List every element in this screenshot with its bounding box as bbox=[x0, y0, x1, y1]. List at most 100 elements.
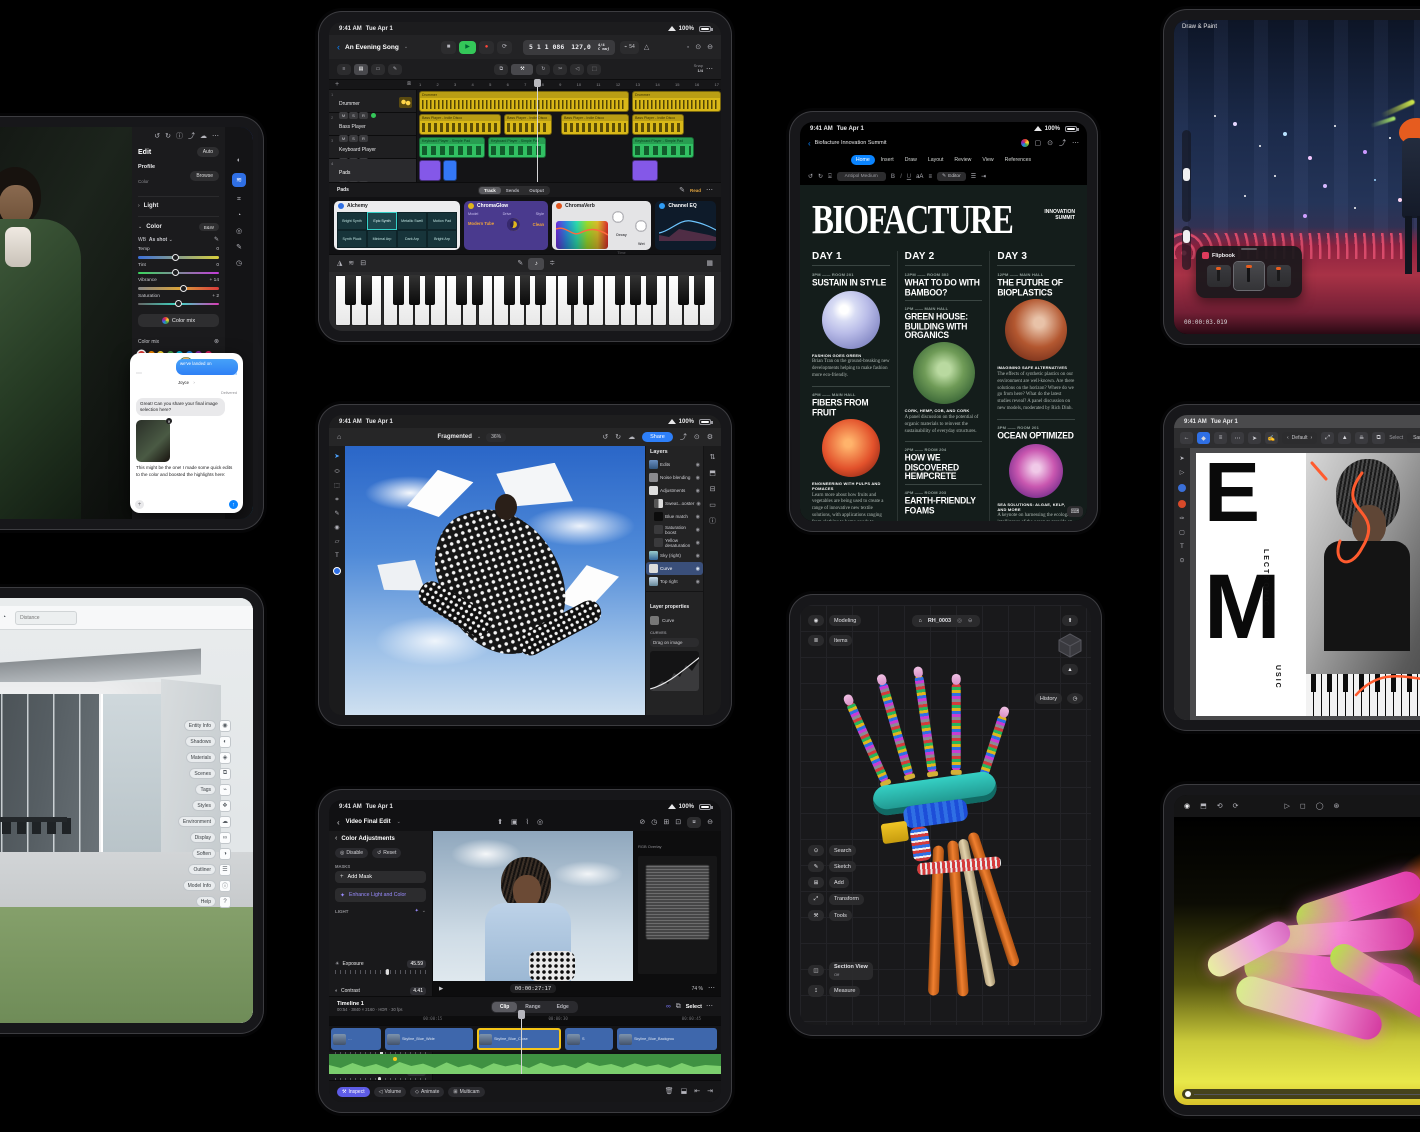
disable-button[interactable]: ◎Disable bbox=[335, 848, 368, 858]
curves-editor[interactable] bbox=[650, 651, 699, 691]
drive-knob[interactable] bbox=[507, 218, 520, 231]
tool-add[interactable]: Add bbox=[829, 877, 849, 888]
history-clock-icon[interactable]: ◷ bbox=[1067, 693, 1083, 704]
preset[interactable]: Bright Arp bbox=[427, 230, 457, 248]
playhead-handle[interactable] bbox=[518, 1010, 525, 1019]
canvas[interactable] bbox=[345, 446, 645, 715]
preset[interactable]: Metallic Swell bbox=[397, 212, 427, 230]
tab-track[interactable]: Track bbox=[479, 187, 501, 194]
layer-row[interactable]: Sky (right)◉ bbox=[646, 549, 703, 562]
view-cube[interactable] bbox=[1057, 632, 1083, 658]
render-canvas[interactable] bbox=[1174, 817, 1420, 1105]
auto-button[interactable]: Auto bbox=[197, 147, 219, 157]
minimize-icon[interactable]: ⊖ bbox=[707, 819, 713, 826]
scrubber-handle[interactable] bbox=[1185, 1091, 1191, 1097]
more-icon[interactable]: ⋯ bbox=[212, 133, 219, 140]
browse-button[interactable]: Browse bbox=[190, 171, 219, 181]
volume-button[interactable]: ◁Volume bbox=[374, 1087, 407, 1097]
modeling-chip[interactable]: Modeling bbox=[829, 615, 861, 626]
same-button[interactable]: Same bbox=[1407, 433, 1420, 443]
list-icon[interactable]: ☰ bbox=[971, 174, 976, 180]
animate-button[interactable]: ◇Animate bbox=[410, 1087, 444, 1097]
timeline-clip[interactable]: S bbox=[565, 1028, 613, 1050]
render-scrubber[interactable] bbox=[1182, 1089, 1420, 1099]
bw-button[interactable]: B&W bbox=[199, 223, 219, 231]
underline-button[interactable]: U bbox=[907, 174, 911, 180]
italic-button[interactable]: I bbox=[900, 174, 902, 180]
grid-icon[interactable]: ⊞ bbox=[663, 819, 669, 826]
inspect-button[interactable]: ⚒Inspect bbox=[337, 1087, 370, 1097]
flipbook-frame-selected[interactable] bbox=[1234, 262, 1264, 290]
piano-toggle-icon[interactable]: ▦ bbox=[706, 260, 713, 267]
back-icon[interactable]: ‹ bbox=[337, 42, 340, 52]
slider-handle[interactable] bbox=[180, 285, 187, 292]
overlay-icon[interactable]: ⧈ bbox=[687, 817, 701, 828]
panel-shadows[interactable]: Shadows◐ bbox=[185, 736, 231, 747]
temp-slider[interactable] bbox=[138, 256, 219, 259]
help-icon[interactable]: ⊙ bbox=[694, 434, 700, 441]
node-tool-icon[interactable]: ▷ bbox=[1180, 470, 1185, 476]
plugin-alchemy[interactable]: Alchemy Bright Synth Epic Synth Metallic… bbox=[334, 201, 460, 250]
style-value[interactable]: Clean bbox=[533, 222, 544, 227]
stroke-swatch[interactable] bbox=[1178, 500, 1186, 508]
piano-keyboard[interactable] bbox=[335, 275, 715, 326]
keys-region[interactable]: Keyboard Player - Simple Pad bbox=[419, 137, 485, 158]
timeline-ruler[interactable]: 00:00:15 00:00:30 00:00:45 bbox=[329, 1016, 721, 1026]
heal-icon[interactable]: ◎ bbox=[236, 228, 242, 235]
insert-left-icon[interactable]: ⇤ bbox=[694, 1088, 700, 1095]
layers-icon[interactable]: ⊟ bbox=[710, 486, 716, 493]
versions-icon[interactable]: ◷ bbox=[236, 260, 242, 267]
piano-black-key[interactable] bbox=[630, 275, 641, 305]
audio-track[interactable] bbox=[329, 1054, 721, 1074]
cloud-icon[interactable]: ☁ bbox=[628, 434, 635, 441]
transform-icon[interactable]: ⤢ bbox=[1321, 432, 1334, 444]
vibrance-slider[interactable] bbox=[138, 287, 219, 290]
tool-search[interactable]: Search bbox=[829, 845, 856, 856]
cursor-tool-icon[interactable]: ➤ bbox=[1248, 432, 1261, 444]
mic-icon[interactable]: ⌇ bbox=[526, 819, 529, 826]
tool-sketch[interactable]: Sketch bbox=[829, 861, 856, 872]
browser-icon[interactable]: ⊟ bbox=[360, 260, 366, 267]
stop-button[interactable]: ■ bbox=[441, 41, 456, 54]
playhead-handle[interactable] bbox=[534, 79, 541, 87]
piano-black-key[interactable] bbox=[409, 275, 420, 305]
media-icon[interactable]: ⊡ bbox=[675, 819, 681, 826]
project-title[interactable]: Video Final Edit bbox=[346, 819, 391, 825]
piano-black-key[interactable] bbox=[567, 275, 578, 305]
piano-black-key[interactable] bbox=[520, 275, 531, 305]
import-icon[interactable]: ⬆ bbox=[497, 819, 503, 826]
multicam-button[interactable]: ⊞Multicam bbox=[448, 1087, 484, 1097]
track-header[interactable]: 1 Drummer MSR bbox=[329, 90, 416, 113]
add-track-icon[interactable]: + bbox=[335, 81, 339, 88]
marquee-tool-icon[interactable]: ⬚ bbox=[587, 64, 601, 75]
layer-row[interactable]: Top right◉ bbox=[646, 575, 703, 588]
move-tool-icon[interactable]: ➤ bbox=[1179, 456, 1184, 462]
flipbook-frame[interactable] bbox=[1267, 265, 1291, 287]
mode-tab-clip[interactable]: Clip bbox=[492, 1002, 517, 1012]
layer-row[interactable]: Blue match◉ bbox=[646, 510, 703, 523]
brush-tool-icon[interactable]: ✎ bbox=[334, 511, 339, 517]
color-wheel-icon[interactable] bbox=[1021, 139, 1029, 147]
notification-icon[interactable]: ◔ bbox=[2, 614, 6, 621]
compose-area[interactable]: ✕ This might be the one! I made some qui… bbox=[136, 420, 237, 478]
fade-tool-icon[interactable]: ◁ bbox=[570, 64, 584, 75]
settings-icon[interactable]: ⊛ bbox=[1334, 803, 1340, 810]
loop-tool-icon[interactable]: ↻ bbox=[536, 64, 550, 75]
back-icon[interactable]: ‹ bbox=[808, 139, 811, 148]
crop-icon[interactable]: ⌗ bbox=[237, 196, 241, 203]
remove-attachment-icon[interactable]: ✕ bbox=[166, 418, 172, 424]
shape-tool-icon[interactable]: ▢ bbox=[1179, 530, 1185, 536]
dismiss-keyboard-icon[interactable]: ⌨ bbox=[1067, 506, 1083, 517]
panel-tags[interactable]: Tags⌁ bbox=[195, 784, 231, 795]
record-icon[interactable]: ◎ bbox=[537, 819, 543, 826]
pencil-view-icon[interactable]: ✎ bbox=[388, 64, 402, 75]
comments-icon[interactable]: ▭ bbox=[709, 502, 716, 509]
blend-icon[interactable]: ⬒ bbox=[709, 470, 716, 477]
home-icon[interactable]: ⌂ bbox=[919, 618, 922, 624]
piano-black-key[interactable] bbox=[393, 275, 404, 305]
camera-icon[interactable]: ▣ bbox=[511, 819, 518, 826]
color-swatch[interactable] bbox=[333, 567, 341, 575]
context-label[interactable]: Default bbox=[1292, 435, 1308, 441]
timeline-clip-selected[interactable]: Skyline_Blue_Close bbox=[477, 1028, 561, 1050]
measure-chip[interactable]: Measure bbox=[829, 986, 860, 997]
